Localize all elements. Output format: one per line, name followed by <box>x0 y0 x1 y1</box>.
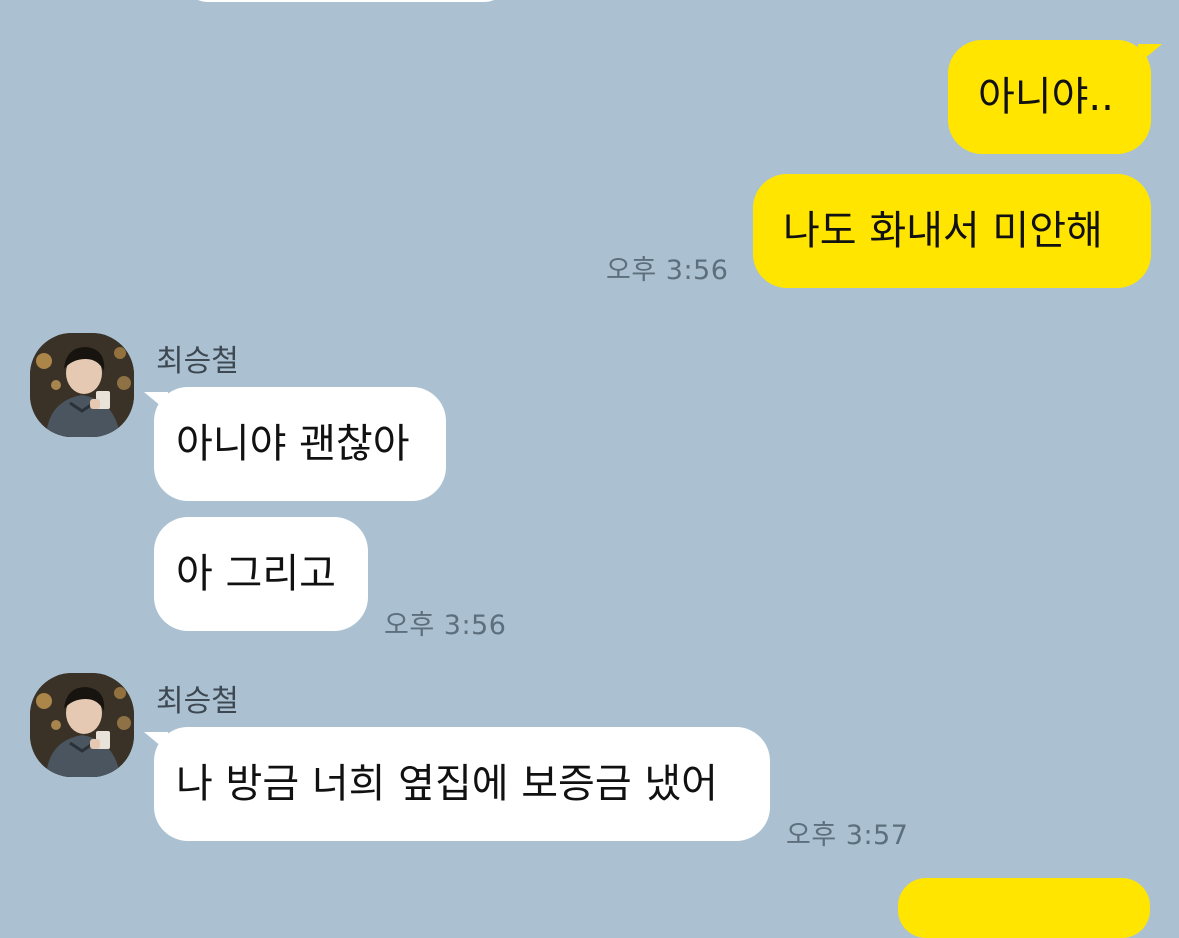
next-message-bubble-partial <box>898 878 1150 938</box>
bubble-tail <box>144 732 168 752</box>
sender-name: 최승철 <box>156 684 239 719</box>
message-timestamp: 오후 3:57 <box>786 820 909 851</box>
my-message-bubble[interactable]: 나도 화내서 미안해 <box>753 174 1151 288</box>
message-text: 아니야.. <box>978 74 1114 120</box>
profile-avatar[interactable] <box>30 673 134 777</box>
bubble-tail <box>144 392 168 412</box>
message-text: 아니야 괜찮아 <box>176 421 410 467</box>
message-text: 나 방금 너희 옆집에 보증금 냈어 <box>176 761 718 807</box>
message-text: 나도 화내서 미안해 <box>783 208 1103 254</box>
previous-message-bubble-partial <box>186 0 506 2</box>
their-message-bubble[interactable]: 아 그리고 <box>154 517 368 631</box>
my-message-bubble[interactable]: 아니야.. <box>948 40 1151 154</box>
bubble-tail <box>1138 44 1162 64</box>
profile-photo-icon <box>30 333 134 437</box>
profile-avatar[interactable] <box>30 333 134 437</box>
message-timestamp: 오후 3:56 <box>606 255 729 286</box>
message-text: 아 그리고 <box>176 551 336 597</box>
their-message-bubble[interactable]: 아니야 괜찮아 <box>154 387 446 501</box>
profile-photo-icon <box>30 673 134 777</box>
their-message-bubble[interactable]: 나 방금 너희 옆집에 보증금 냈어 <box>154 727 770 841</box>
sender-name: 최승철 <box>156 344 239 379</box>
message-timestamp: 오후 3:56 <box>384 610 507 641</box>
